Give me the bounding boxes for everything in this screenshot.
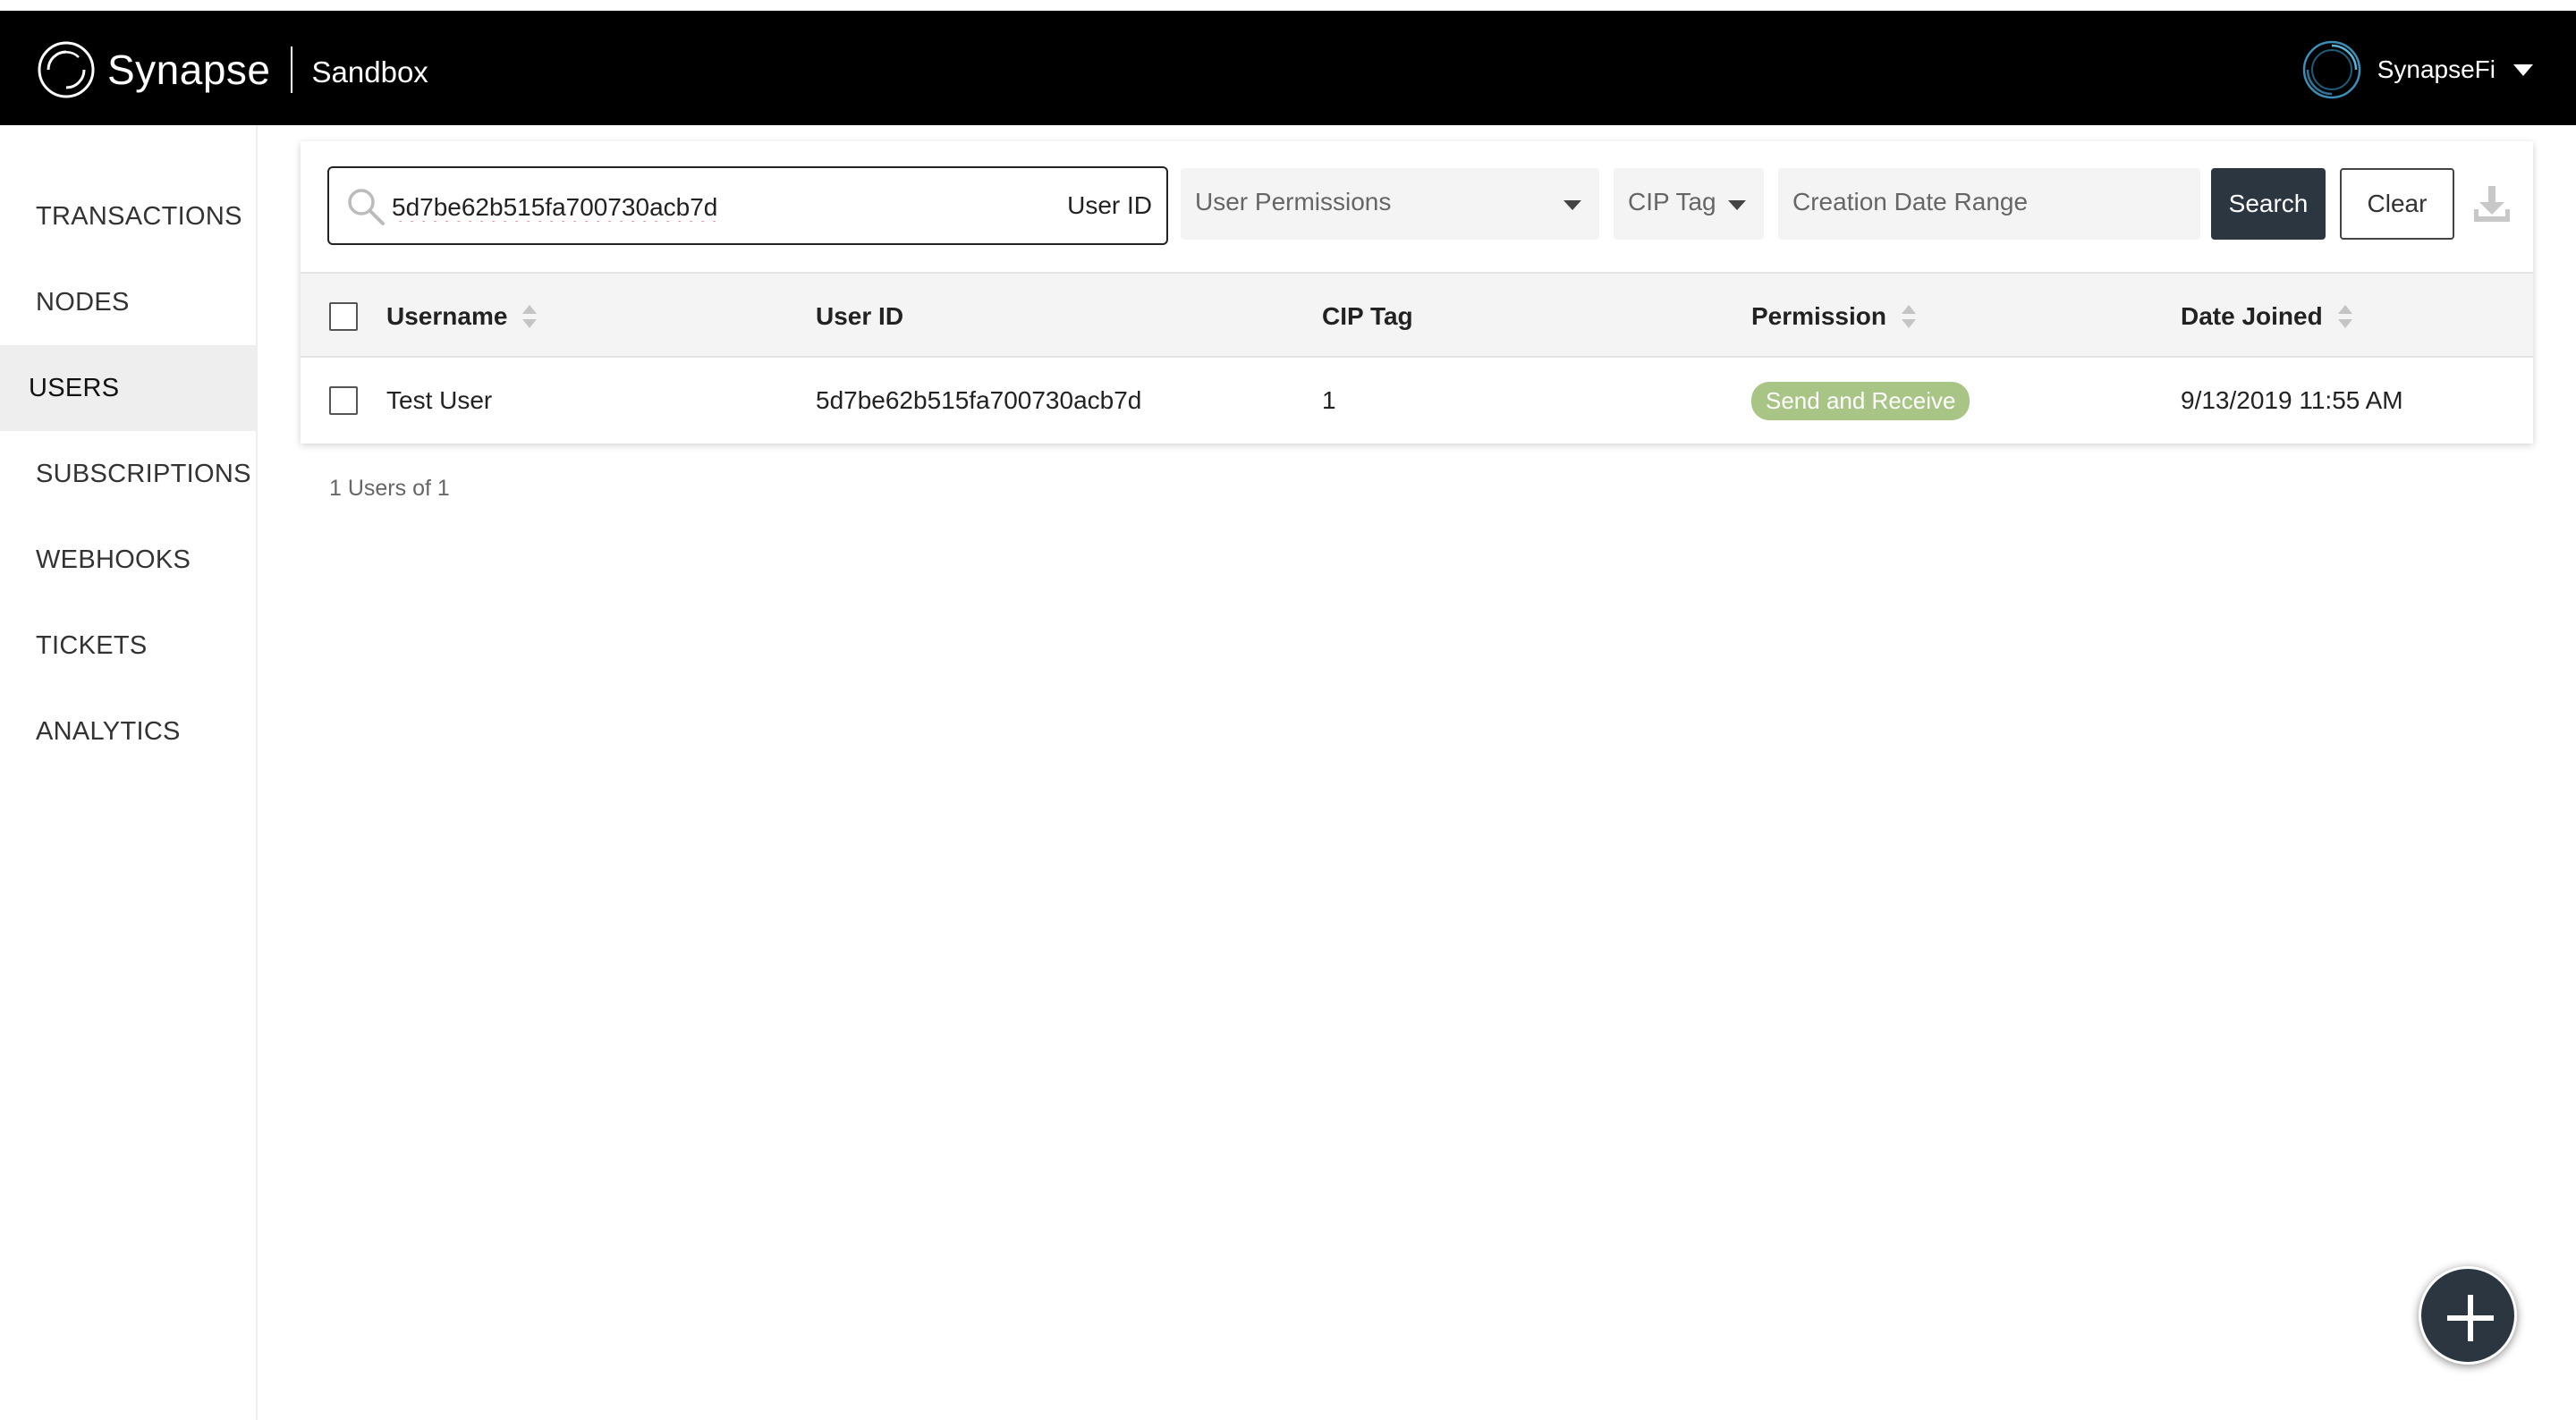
search-icon <box>348 189 385 225</box>
sidebar-item-transactions[interactable]: TRANSACTIONS <box>0 173 256 259</box>
sort-icon[interactable] <box>2337 303 2353 330</box>
cip-tag-placeholder: CIP Tag <box>1628 188 1716 216</box>
creation-date-range-input[interactable]: Creation Date Range <box>1778 168 2200 240</box>
top-strip <box>0 0 2576 11</box>
search-button[interactable]: Search <box>2211 168 2326 240</box>
column-header-date-joined[interactable]: Date Joined <box>2181 274 2353 359</box>
column-header-username-label: Username <box>386 302 508 330</box>
cell-cip-tag: 1 <box>1322 386 1336 414</box>
column-header-date-joined-label: Date Joined <box>2181 302 2323 330</box>
cell-username: Test User <box>386 386 493 414</box>
search-input[interactable] <box>392 184 1036 231</box>
account-menu[interactable]: SynapseFi <box>2301 38 2533 102</box>
sort-icon[interactable] <box>521 303 538 330</box>
cip-tag-select[interactable]: CIP Tag <box>1614 168 1764 240</box>
ring-avatar-icon <box>2302 40 2360 99</box>
sidebar-item-subscriptions[interactable]: SUBSCRIPTIONS <box>0 431 256 517</box>
column-header-permission-label: Permission <box>1751 302 1886 330</box>
sidebar-item-nodes[interactable]: NODES <box>0 259 256 345</box>
chevron-down-icon[interactable] <box>2513 63 2533 76</box>
sidebar-item-analytics[interactable]: ANALYTICS <box>0 689 256 774</box>
brand-name: Synapse <box>107 46 271 93</box>
column-header-cip-tag: CIP Tag <box>1322 302 1413 330</box>
table-row[interactable]: Test User 5d7be62b515fa700730acb7d 1 Sen… <box>301 358 2533 444</box>
row-checkbox[interactable] <box>329 386 358 415</box>
user-permissions-select[interactable]: User Permissions <box>1181 168 1599 240</box>
chevron-down-icon <box>1563 200 1581 210</box>
column-header-username[interactable]: Username <box>386 274 538 359</box>
permission-badge: Send and Receive <box>1751 381 1970 420</box>
cell-user-id: 5d7be62b515fa700730acb7d <box>816 386 1142 414</box>
synapse-ring-icon <box>38 41 95 98</box>
creation-date-range-placeholder: Creation Date Range <box>1792 188 2029 216</box>
account-name: SynapseFi <box>2377 55 2496 83</box>
plus-icon <box>2447 1295 2494 1341</box>
filter-bar: User ID User Permissions CIP Tag Creatio… <box>301 141 2533 272</box>
select-all-checkbox[interactable] <box>329 302 358 331</box>
chevron-down-icon <box>1728 200 1746 210</box>
user-permissions-placeholder: User Permissions <box>1195 188 1392 216</box>
sidebar-item-webhooks[interactable]: WEBHOOKS <box>0 517 256 603</box>
cell-permission: Send and Receive <box>1751 358 1970 444</box>
table-header: Username User ID CIP Tag Permission Date… <box>301 272 2533 358</box>
environment-label: Sandbox <box>311 55 428 89</box>
users-card: User ID User Permissions CIP Tag Creatio… <box>301 141 2533 444</box>
sidebar-item-tickets[interactable]: TICKETS <box>0 603 256 689</box>
app-header: Synapse Sandbox SynapseFi <box>0 11 2576 125</box>
sidebar: TRANSACTIONS NODES USERS SUBSCRIPTIONS W… <box>0 125 258 1420</box>
column-header-user-id: User ID <box>816 302 904 330</box>
result-count: 1 Users of 1 <box>329 476 450 501</box>
clear-button[interactable]: Clear <box>2340 168 2454 240</box>
column-header-permission[interactable]: Permission <box>1751 274 1917 359</box>
brand-divider <box>290 46 292 93</box>
search-type-selector[interactable]: User ID <box>1067 191 1152 220</box>
add-button[interactable] <box>2419 1266 2517 1365</box>
brand-logo[interactable]: Synapse Sandbox <box>36 39 428 100</box>
sidebar-item-users[interactable]: USERS <box>0 345 256 431</box>
search-box[interactable]: User ID <box>327 166 1168 245</box>
sort-icon[interactable] <box>1901 303 1917 330</box>
cell-date-joined: 9/13/2019 11:55 AM <box>2181 386 2403 414</box>
download-icon[interactable] <box>2470 182 2513 225</box>
